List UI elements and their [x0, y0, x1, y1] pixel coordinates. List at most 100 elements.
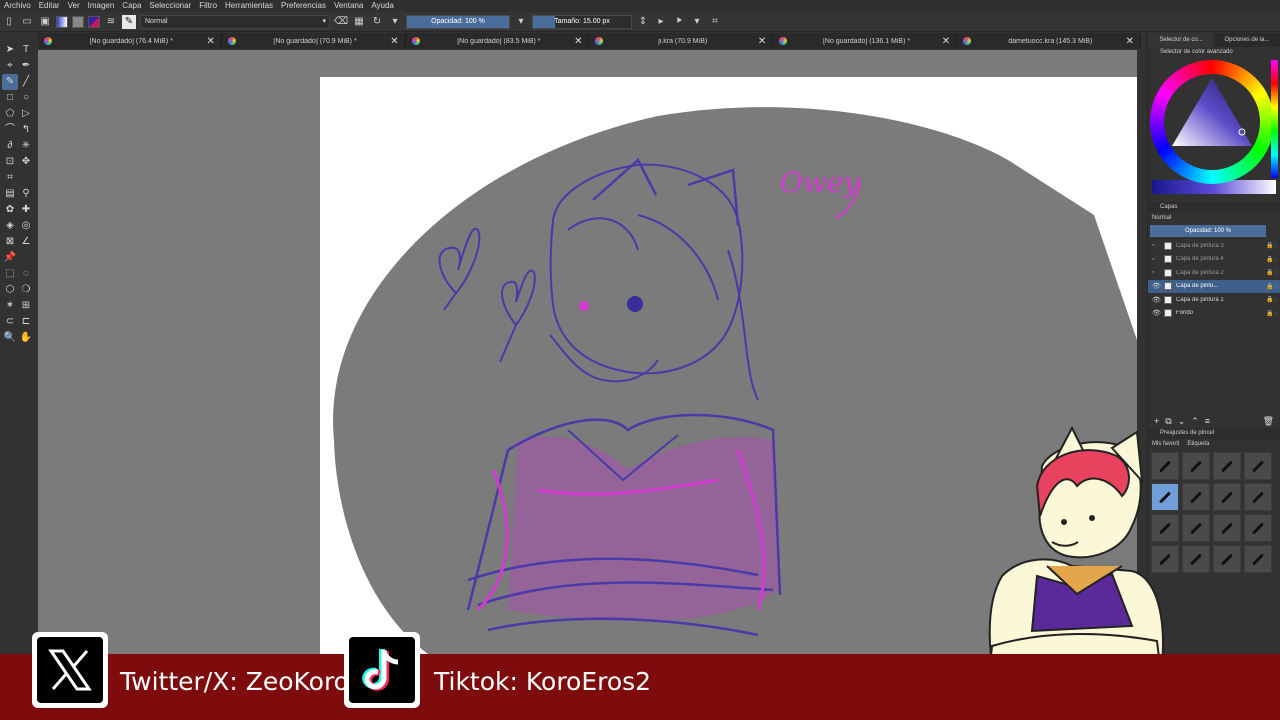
move-tool-icon[interactable]: ✥	[18, 154, 34, 170]
brush-preset[interactable]	[1244, 545, 1272, 573]
reload-preset-icon[interactable]: ↻	[370, 15, 384, 29]
eraser-mode-icon[interactable]: ⌫	[334, 15, 348, 29]
brush-preset[interactable]	[1213, 483, 1241, 511]
mirror-menu-icon[interactable]: ▾	[690, 15, 704, 29]
zoom-tool-icon[interactable]: 🔍	[2, 330, 18, 346]
brush-settings-icon[interactable]: ≋	[104, 15, 118, 29]
colorize-mask-icon[interactable]: ✿	[2, 202, 18, 218]
brush-preset[interactable]	[1244, 452, 1272, 480]
gradient-tool-icon[interactable]: ▤	[2, 186, 18, 202]
rectangle-tool-icon[interactable]: □	[2, 90, 18, 106]
tab-tool-options[interactable]: Opciones de la...	[1214, 33, 1280, 47]
brush-tag-button[interactable]: Etiqueta	[1187, 439, 1209, 449]
bezier-tool-icon[interactable]: ⌒	[2, 122, 18, 138]
layer-properties-icon[interactable]: ≡	[1205, 416, 1210, 426]
open-icon[interactable]: ▭	[20, 15, 34, 29]
similar-select-icon[interactable]: ⊞	[18, 298, 34, 314]
calligraphy-icon[interactable]: ✒	[18, 58, 34, 74]
pan-tool-icon[interactable]: ✋	[18, 330, 34, 346]
layer-flags[interactable]: 🔒◌	[1266, 269, 1280, 276]
brush-preset[interactable]	[1213, 545, 1241, 573]
text-tool-icon[interactable]: T	[18, 42, 34, 58]
multibrush-icon[interactable]: ✳	[18, 138, 34, 154]
gradient-swatch[interactable]	[56, 15, 68, 28]
preserve-alpha-icon[interactable]: ▦	[352, 15, 366, 29]
color-selector[interactable]	[1148, 58, 1280, 184]
freehand-brush-icon[interactable]: ✎	[2, 74, 18, 90]
magnetic-select-icon[interactable]: ⊏	[18, 314, 34, 330]
menu-herramientas[interactable]: Herramientas	[221, 0, 277, 12]
brush-preset[interactable]	[1182, 452, 1210, 480]
close-icon[interactable]: ✕	[206, 36, 214, 47]
assistant-tool-icon[interactable]: ⊠	[2, 234, 18, 250]
freehand-path-icon[interactable]: ↰	[18, 122, 34, 138]
menu-ver[interactable]: Ver	[64, 0, 84, 12]
brush-preset[interactable]	[1244, 483, 1272, 511]
menu-imagen[interactable]: Imagen	[84, 0, 119, 12]
more-icon[interactable]: ▾	[388, 15, 402, 29]
menu-capa[interactable]: Capa	[118, 0, 145, 12]
line-tool-icon[interactable]: ╱	[18, 74, 34, 90]
enclose-fill-icon[interactable]: ◎	[18, 218, 34, 234]
measure-tool-icon[interactable]: ∠	[18, 234, 34, 250]
color-picker-icon[interactable]: ⚲	[18, 186, 34, 202]
menu-ventana[interactable]: Ventana	[330, 0, 367, 12]
document-tab[interactable]: [No guardado] (83.5 MiB) * ✕	[406, 33, 590, 49]
polyline-tool-icon[interactable]: ▷	[18, 106, 34, 122]
menu-archivo[interactable]: Archivo	[0, 0, 35, 12]
visibility-on-icon[interactable]: 👁	[1152, 296, 1161, 304]
menu-filtro[interactable]: Filtro	[195, 0, 221, 12]
tab-color-selector[interactable]: Selector de co...	[1148, 33, 1214, 47]
fg-bg-color-icon[interactable]	[88, 15, 100, 28]
delete-layer-icon[interactable]: 🗑	[1263, 416, 1274, 427]
brush-preset-icon[interactable]: ✎	[122, 14, 136, 29]
layer-opacity-slider[interactable]: Opacidad: 100 %	[1150, 225, 1266, 237]
layer-row[interactable]: ◦ Capa de pintura 2 🔒◌	[1148, 266, 1280, 280]
freehand-select-icon[interactable]: ❍	[18, 282, 34, 298]
mirror-icon[interactable]: ⯈	[672, 15, 686, 29]
canvas-area[interactable]: Owey	[38, 50, 1137, 654]
close-icon[interactable]: ✕	[390, 36, 398, 47]
visibility-on-icon[interactable]: 👁	[1152, 282, 1161, 290]
close-icon[interactable]: ✕	[1126, 36, 1134, 47]
menu-preferencias[interactable]: Preferencias	[277, 0, 330, 12]
opacity-menu-icon[interactable]: ▾	[514, 15, 528, 29]
document-tab[interactable]: [No guardado] (136.1 MiB) * ✕	[773, 33, 958, 49]
visibility-on-icon[interactable]: 👁	[1152, 309, 1161, 317]
layer-row-selected[interactable]: 👁 Capa de pintu... 🔒◌	[1148, 279, 1280, 293]
opacity-slider[interactable]: Opacidad: 100 %	[406, 14, 510, 29]
close-icon[interactable]: ✕	[942, 36, 950, 47]
duplicate-layer-icon[interactable]: ⧉	[1165, 416, 1171, 427]
menu-ayuda[interactable]: Ayuda	[367, 0, 398, 12]
document-tab[interactable]: [No guardado] (76.4 MiB) * ✕	[38, 33, 222, 49]
wrap-around-icon[interactable]: ⌗	[708, 15, 722, 29]
layer-row[interactable]: ◦ Capa de pintura 3 🔒◌	[1148, 239, 1280, 253]
brush-preset[interactable]	[1182, 514, 1210, 542]
layer-row[interactable]: ◦ Capa de pintura 4 🔒◌	[1148, 253, 1280, 267]
close-icon[interactable]: ✕	[758, 36, 766, 47]
size-slider[interactable]: Tamaño: 15.00 px	[532, 14, 632, 29]
smart-patch-icon[interactable]: ✚	[18, 202, 34, 218]
size-spin-icon[interactable]: ⇕	[636, 15, 650, 29]
size-menu-icon[interactable]: ▸	[654, 15, 668, 29]
document-tab[interactable]: ji.kra (70.9 MiB) ✕	[589, 33, 774, 49]
polygon-select-icon[interactable]: ⬡	[2, 282, 18, 298]
blend-mode-select[interactable]: Normal	[140, 14, 330, 29]
layer-row[interactable]: 👁 Fondo 🔒◌	[1148, 307, 1280, 321]
document-tab[interactable]: dametuocc.kra (145.3 MiB) ✕	[957, 33, 1141, 49]
crop-tool-icon[interactable]: ⌗	[2, 170, 18, 186]
new-document-icon[interactable]: ▯	[2, 15, 16, 29]
visibility-off-icon[interactable]: ◦	[1152, 256, 1160, 263]
menu-seleccionar[interactable]: Seleccionar	[145, 0, 195, 12]
ellipse-tool-icon[interactable]: ○	[18, 90, 34, 106]
fill-tool-icon[interactable]: ◈	[2, 218, 18, 234]
document-tab[interactable]: [No guardado] (70.9 MiB) * ✕	[222, 33, 406, 49]
save-icon[interactable]: ▣	[38, 15, 52, 29]
ellipse-select-icon[interactable]: ◌	[18, 266, 34, 282]
menu-editar[interactable]: Editar	[35, 0, 64, 12]
brush-preset[interactable]	[1182, 545, 1210, 573]
add-layer-icon[interactable]: +	[1154, 416, 1159, 426]
visibility-off-icon[interactable]: ◦	[1152, 269, 1160, 276]
polygon-tool-icon[interactable]: ⬠	[2, 106, 18, 122]
edit-shapes-icon[interactable]: ⌖	[2, 58, 18, 74]
